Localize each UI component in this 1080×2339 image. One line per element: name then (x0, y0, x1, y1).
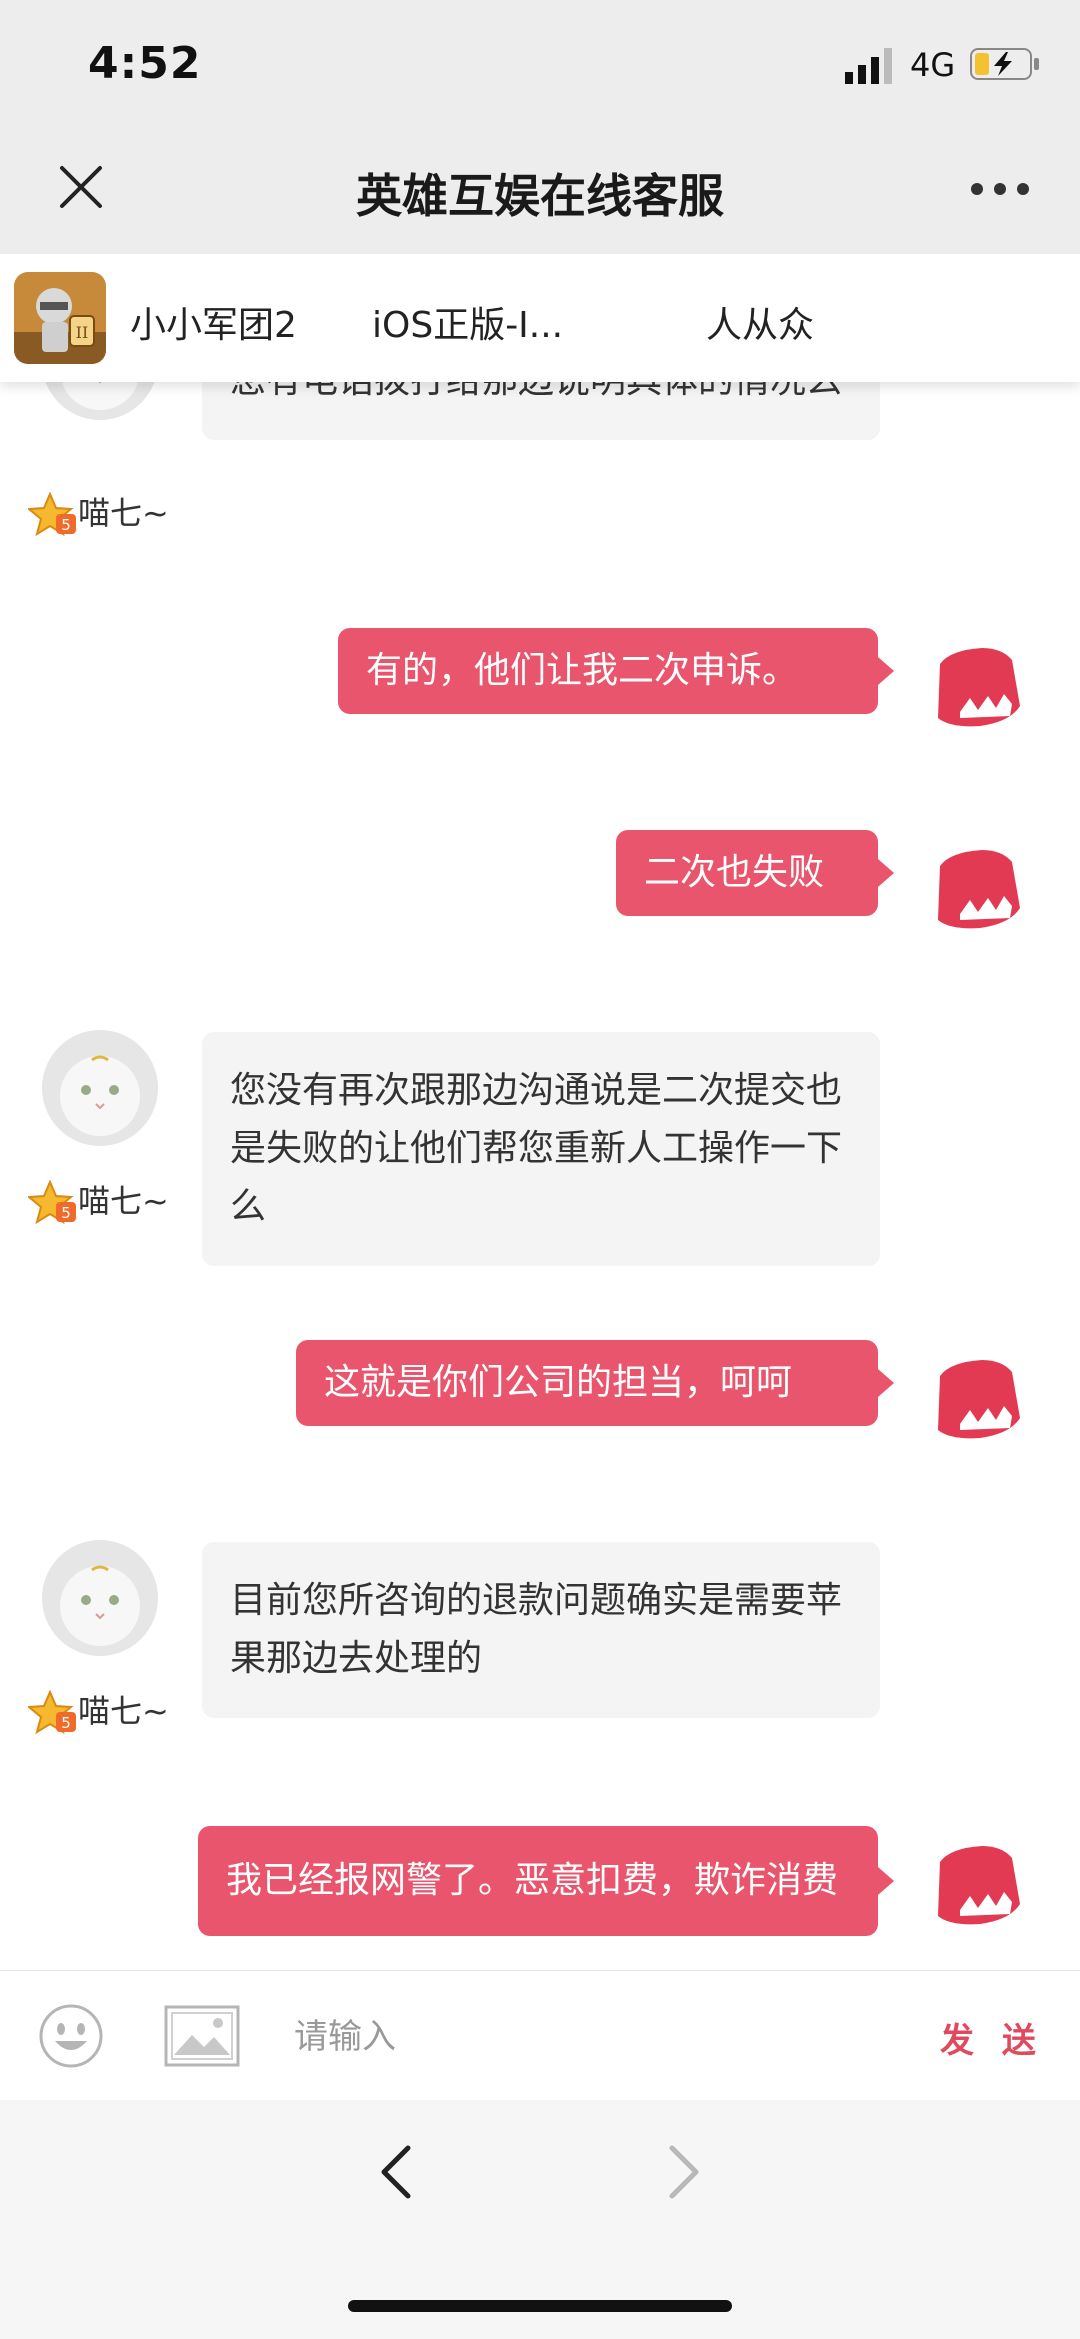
message-bubble-agent[interactable]: 您没有再次跟那边沟通说是二次提交也是失败的让他们帮您重新人工操作一下么 (202, 1032, 880, 1266)
message-text: 目前您所咨询的退款问题确实是需要苹果那边去处理的 (230, 1580, 843, 1679)
message-bubble-user[interactable]: 这就是你们公司的担当，呵呵 (296, 1340, 894, 1426)
home-indicator[interactable] (348, 2300, 732, 2312)
agent-avatar[interactable] (42, 382, 158, 420)
send-button[interactable]: 发 送 (940, 2013, 1044, 2062)
game-info-bar: II 小小军团2 iOS正版-I... 人从众 (0, 254, 1080, 382)
star-rank-icon: 5 (28, 1180, 76, 1225)
chevron-left-icon[interactable] (370, 2142, 420, 2202)
game-name: 小小军团2 (130, 305, 297, 346)
message-bubble-agent[interactable]: 您有电话拨打给那边说明具体的情况么 (202, 382, 880, 440)
svg-text:5: 5 (61, 516, 71, 534)
nav-bar: 英雄互娱在线客服 (0, 130, 1080, 254)
user-avatar[interactable] (930, 642, 1024, 736)
agent-avatar[interactable] (42, 1030, 158, 1146)
status-bar: 4:52 4G (0, 0, 1080, 130)
battery-icon (970, 48, 1039, 80)
more-icon[interactable] (970, 182, 1030, 196)
message-text: 您没有再次跟那边沟通说是二次提交也是失败的让他们帮您重新人工操作一下么 (230, 1070, 843, 1227)
svg-text:5: 5 (61, 1204, 71, 1222)
network-label: 4G (910, 46, 956, 84)
emoji-icon[interactable] (38, 2003, 104, 2069)
agent-name-tag: 5 喵七~ (28, 1176, 169, 1226)
star-rank-icon: 5 (28, 492, 76, 537)
agent-name-tag: 5 喵七~ (28, 1686, 169, 1736)
user-avatar[interactable] (930, 1840, 1024, 1934)
game-publisher: 人从众 (706, 305, 815, 346)
star-rank-icon: 5 (28, 1690, 76, 1735)
agent-name-tag: 5 喵七~ (28, 488, 169, 538)
image-icon[interactable] (164, 2005, 240, 2067)
message-input-bar: 发 送 (0, 1970, 1080, 2102)
svg-text:II: II (76, 323, 89, 342)
svg-text:5: 5 (61, 1714, 71, 1732)
page-title: 英雄互娱在线客服 (356, 169, 724, 223)
chevron-right-icon[interactable] (660, 2142, 710, 2202)
game-platform: iOS正版-I... (372, 305, 564, 346)
message-bubble-user[interactable]: 我已经报网警了。恶意扣费，欺诈消费 (198, 1826, 894, 1936)
message-bubble-user[interactable]: 二次也失败 (616, 830, 894, 916)
message-bubble-agent[interactable]: 目前您所咨询的退款问题确实是需要苹果那边去处理的 (202, 1542, 880, 1718)
message-text: 您有电话拨打给那边说明具体的情况么 (230, 382, 842, 401)
message-text: 我已经报网警了。恶意扣费，欺诈消费 (226, 1860, 839, 1901)
message-text: 二次也失败 (644, 852, 825, 893)
agent-avatar[interactable] (42, 1540, 158, 1656)
user-avatar[interactable] (930, 844, 1024, 938)
status-time: 4:52 (88, 38, 202, 89)
message-text: 这就是你们公司的担当，呵呵 (324, 1362, 793, 1403)
chat-list[interactable]: 您有电话拨打给那边说明具体的情况么 5喵七~ 有的，他们让我二次申诉。 二次也失… (0, 382, 1080, 1970)
user-avatar[interactable] (930, 1354, 1024, 1448)
game-logo-icon: II (14, 272, 106, 364)
message-text: 有的，他们让我二次申诉。 (366, 650, 799, 691)
signal-icon (845, 48, 892, 84)
message-input[interactable] (292, 2001, 856, 2073)
message-bubble-user[interactable]: 有的，他们让我二次申诉。 (338, 628, 894, 714)
